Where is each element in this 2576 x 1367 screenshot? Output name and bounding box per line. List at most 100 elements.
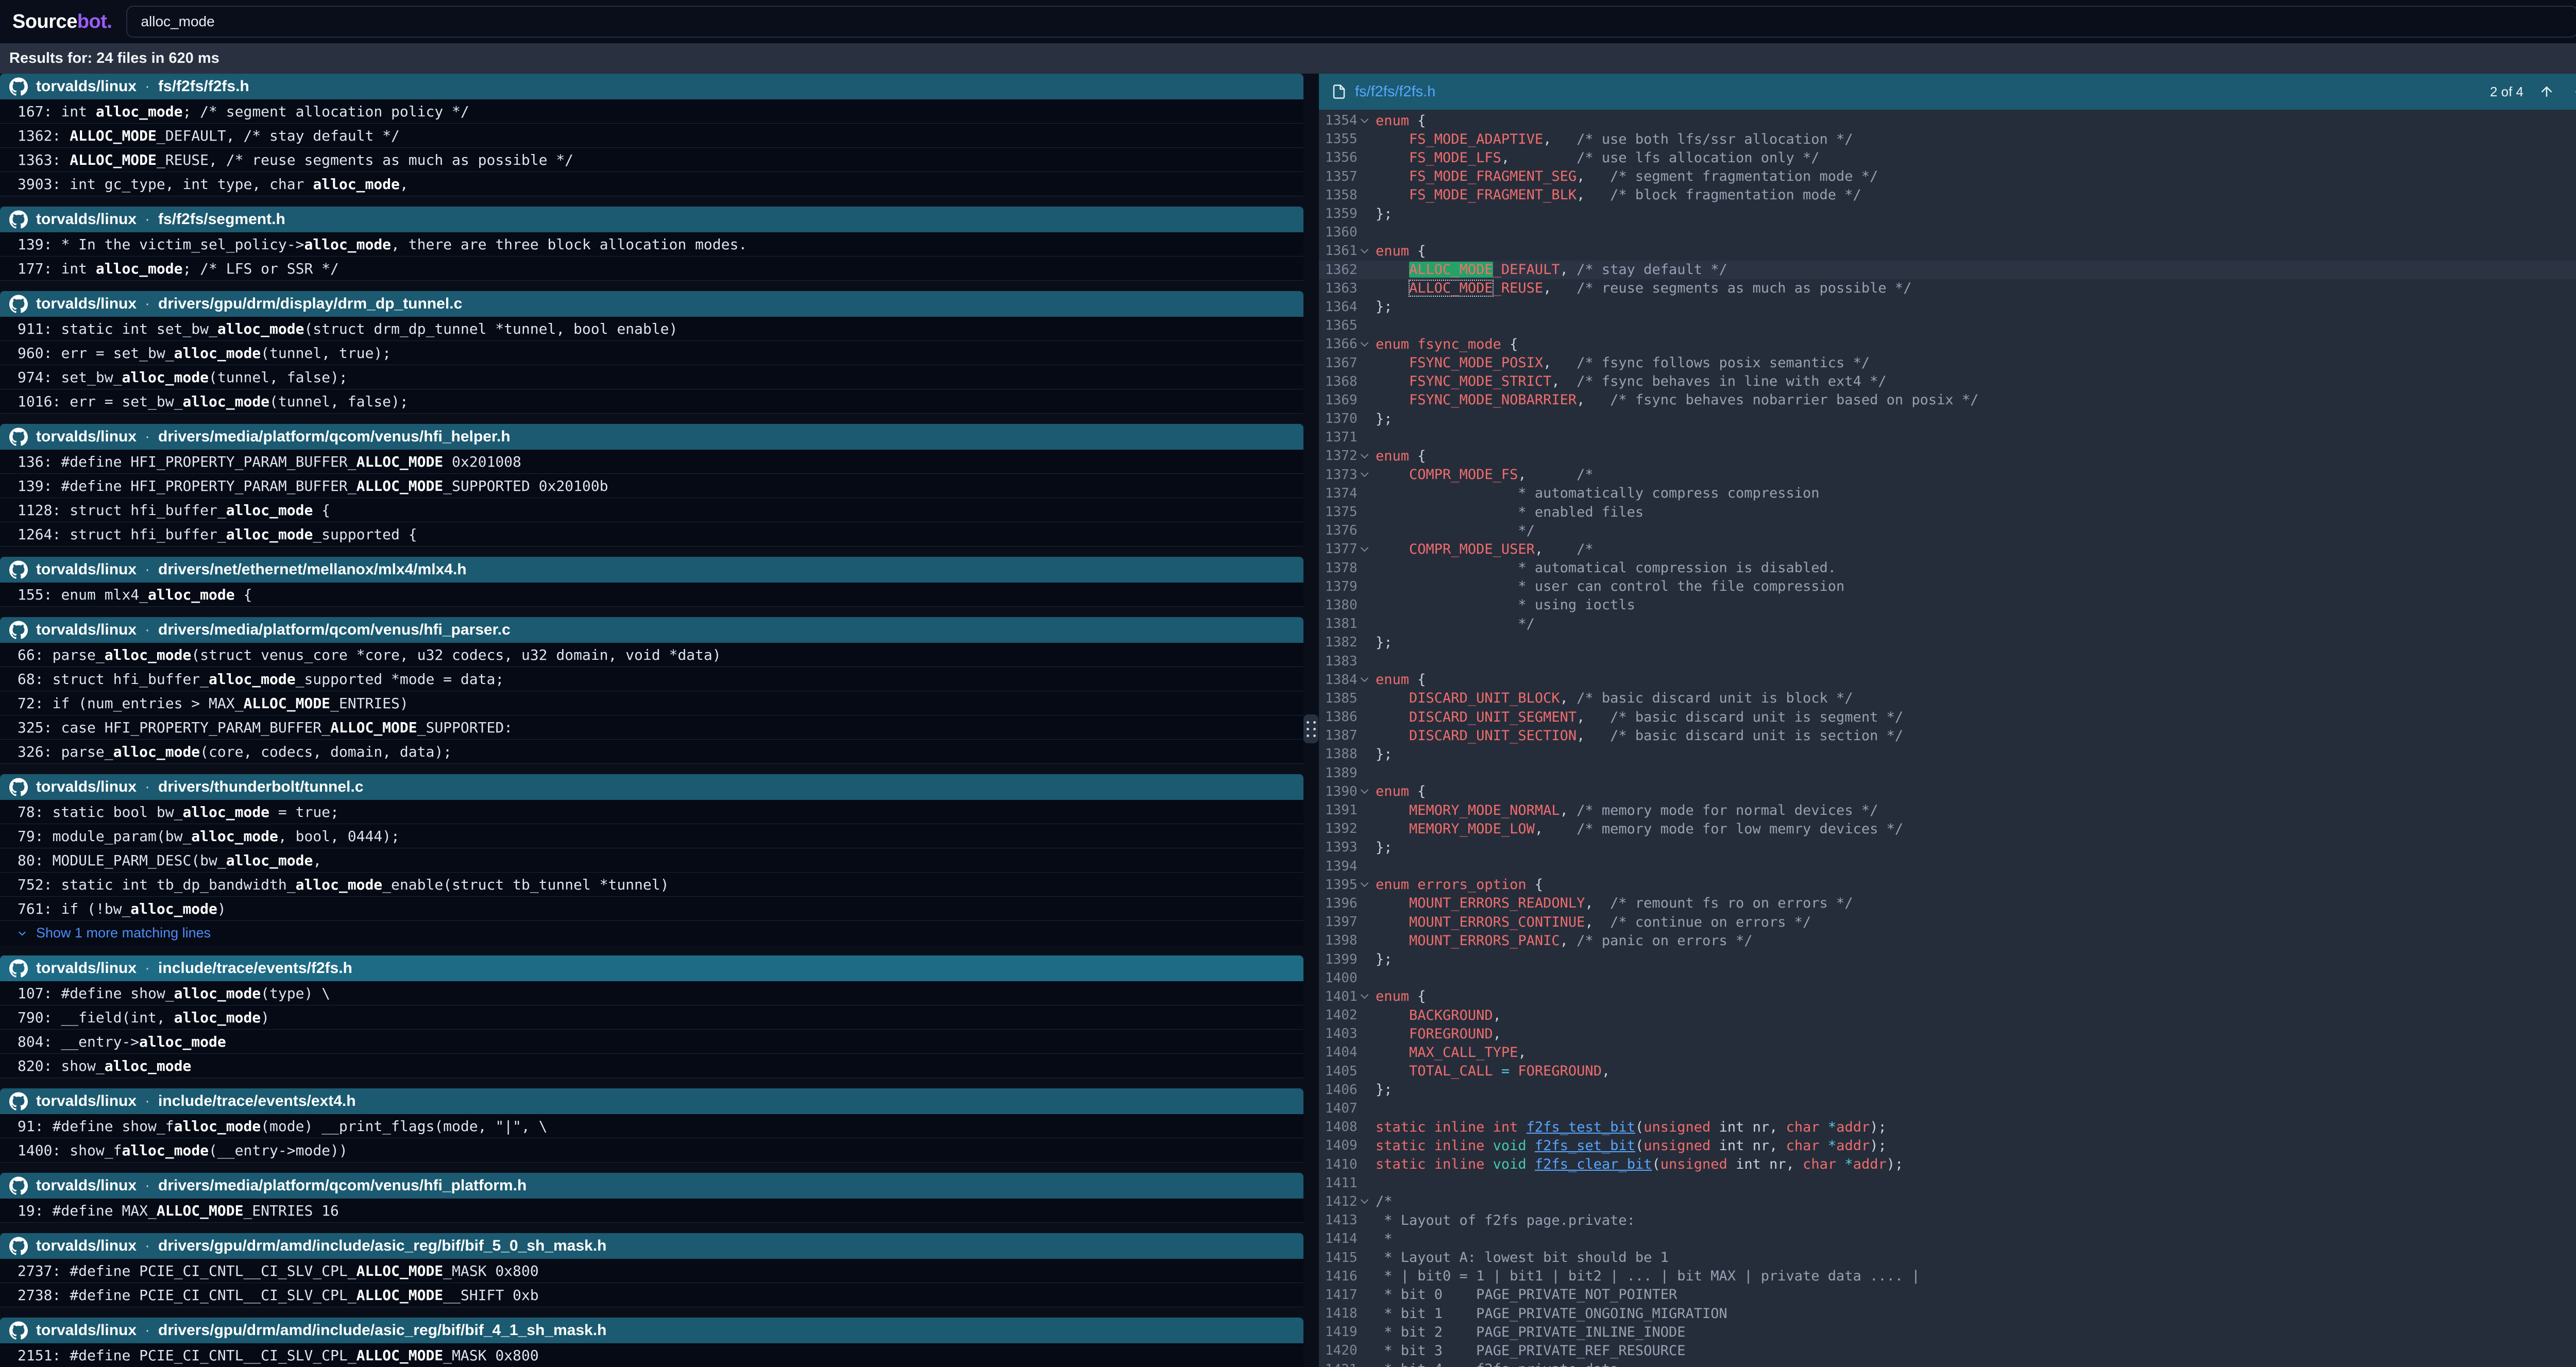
panel-resize-handle[interactable] (1303, 714, 1318, 743)
code-line: 1407 (1319, 1099, 2576, 1118)
code-line-number: 1410 (1325, 1157, 1358, 1172)
file-group-header[interactable]: torvalds/linux·drivers/thunderbolt/tunne… (0, 774, 1303, 800)
symbol-link[interactable]: f2fs_clear_bit (1535, 1156, 1652, 1172)
result-line[interactable]: 3903:int gc_type, int type, char alloc_m… (0, 172, 1303, 196)
line-text: #define PCIE_CI_CNTL__CI_SLV_CPL_ALLOC_M… (70, 1262, 538, 1279)
code-line: 1382}; (1319, 633, 2576, 652)
result-line[interactable]: 1362:ALLOC_MODE_DEFAULT, /* stay default… (0, 124, 1303, 148)
result-line[interactable]: 820:show_alloc_mode (0, 1054, 1303, 1078)
result-line[interactable]: 326:parse_alloc_mode(core, codecs, domai… (0, 740, 1303, 764)
result-line[interactable]: 177:int alloc_mode; /* LFS or SSR */ (0, 257, 1303, 281)
code-line: 1403 FOREGROUND, (1319, 1024, 2576, 1043)
result-line[interactable]: 761:if (!bw_alloc_mode) (0, 897, 1303, 921)
symbol-link[interactable]: f2fs_set_bit (1535, 1138, 1635, 1154)
file-group-header[interactable]: torvalds/linux·drivers/gpu/drm/display/d… (0, 291, 1303, 317)
file-group-header[interactable]: torvalds/linux·drivers/net/ethernet/mell… (0, 557, 1303, 583)
result-line[interactable]: 66:parse_alloc_mode(struct venus_core *c… (0, 643, 1303, 667)
line-text: int alloc_mode; /* segment allocation po… (61, 103, 469, 120)
result-line[interactable]: 139:* In the victim_sel_policy->alloc_mo… (0, 232, 1303, 257)
show-more-link[interactable]: Show 1 more matching lines (0, 921, 1303, 945)
code-text: DISCARD_UNIT_SECTION, /* basic discard u… (1376, 728, 1903, 744)
code-line: 1359}; (1319, 204, 2576, 223)
result-line[interactable]: 78:static bool bw_alloc_mode = true; (0, 800, 1303, 824)
result-line[interactable]: 325:case HFI_PROPERTY_PARAM_BUFFER_ALLOC… (0, 715, 1303, 740)
file-path: drivers/thunderbolt/tunnel.c (158, 778, 363, 796)
file-group-header[interactable]: torvalds/linux·fs/f2fs/segment.h (0, 207, 1303, 232)
file-group-header[interactable]: torvalds/linux·fs/f2fs/f2fs.h (0, 74, 1303, 99)
result-line[interactable]: 2151:#define PCIE_CI_CNTL__CI_SLV_CPL_AL… (0, 1343, 1303, 1367)
line-number: 1264: (18, 526, 61, 543)
file-group-header[interactable]: torvalds/linux·drivers/gpu/drm/amd/inclu… (0, 1233, 1303, 1259)
result-line[interactable]: 790:__field(int, alloc_mode) (0, 1005, 1303, 1030)
fold-chevron-icon[interactable] (1360, 786, 1368, 794)
result-line[interactable]: 911:static int set_bw_alloc_mode(struct … (0, 317, 1303, 341)
result-line[interactable]: 1363:ALLOC_MODE_REUSE, /* reuse segments… (0, 148, 1303, 172)
file-group-header[interactable]: torvalds/linux·drivers/media/platform/qc… (0, 1173, 1303, 1199)
github-icon (9, 621, 28, 639)
line-gutter: 1412 (1319, 1194, 1376, 1209)
code-line: 1392 MEMORY_MODE_LOW, /* memory mode for… (1319, 819, 2576, 838)
file-group-header[interactable]: torvalds/linux·drivers/media/platform/qc… (0, 424, 1303, 450)
fold-chevron-icon[interactable] (1360, 544, 1368, 552)
line-gutter: 1385 (1319, 691, 1376, 706)
line-gutter: 1362 (1319, 262, 1376, 278)
match-highlight: alloc_mode (182, 804, 269, 821)
preview-file-path[interactable]: fs/f2fs/f2fs.h (1355, 83, 1435, 100)
result-line[interactable]: 167:int alloc_mode; /* segment allocatio… (0, 99, 1303, 124)
fold-chevron-icon[interactable] (1360, 339, 1368, 347)
result-line[interactable]: 19:#define MAX_ALLOC_MODE_ENTRIES 16 (0, 1199, 1303, 1223)
code-line: 1406}; (1319, 1081, 2576, 1099)
result-line[interactable]: 804:__entry->alloc_mode (0, 1030, 1303, 1054)
fold-chevron-icon[interactable] (1360, 451, 1368, 459)
result-line[interactable]: 72:if (num_entries > MAX_ALLOC_MODE_ENTR… (0, 691, 1303, 715)
line-gutter: 1377 (1319, 541, 1376, 557)
fold-chevron-icon[interactable] (1360, 246, 1368, 254)
result-line[interactable]: 960:err = set_bw_alloc_mode(tunnel, true… (0, 341, 1303, 365)
file-path: drivers/gpu/drm/display/drm_dp_tunnel.c (158, 295, 462, 313)
line-number: 790: (18, 1009, 52, 1026)
file-group-header[interactable]: torvalds/linux·include/trace/events/f2fs… (0, 955, 1303, 981)
search-input[interactable] (126, 6, 2576, 38)
fold-chevron-icon[interactable] (1360, 115, 1368, 123)
result-line[interactable]: 107:#define show_alloc_mode(type) \ (0, 981, 1303, 1005)
result-line[interactable]: 1016:err = set_bw_alloc_mode(tunnel, fal… (0, 389, 1303, 414)
line-number: 2737: (18, 1262, 61, 1279)
match-highlight: alloc_mode (296, 876, 383, 893)
symbol-link[interactable]: f2fs_test_bit (1527, 1119, 1635, 1135)
result-line[interactable]: 136:#define HFI_PROPERTY_PARAM_BUFFER_AL… (0, 450, 1303, 474)
result-line[interactable]: 974:set_bw_alloc_mode(tunnel, false); (0, 365, 1303, 389)
fold-chevron-icon[interactable] (1360, 879, 1368, 887)
next-match-button[interactable] (2570, 81, 2576, 102)
result-line[interactable]: 2738:#define PCIE_CI_CNTL__CI_SLV_CPL_AL… (0, 1283, 1303, 1307)
fold-chevron-icon[interactable] (1360, 469, 1368, 477)
result-line[interactable]: 80:MODULE_PARM_DESC(bw_alloc_mode, (0, 848, 1303, 873)
result-line[interactable]: 155:enum mlx4_alloc_mode { (0, 583, 1303, 607)
result-line[interactable]: 91:#define show_falloc_mode(mode) __prin… (0, 1114, 1303, 1138)
code-line: 1363 ALLOC_MODE_REUSE, /* reuse segments… (1319, 279, 2576, 298)
line-text: parse_alloc_mode(struct venus_core *core… (53, 646, 721, 663)
separator-dot: · (145, 428, 150, 446)
result-line[interactable]: 752:static int tb_dp_bandwidth_alloc_mod… (0, 873, 1303, 897)
fold-chevron-icon[interactable] (1360, 674, 1368, 682)
code-line: 1412/* (1319, 1192, 2576, 1211)
code-line: 1374 * automatically compress compressio… (1319, 484, 2576, 503)
code-text: FSYNC_MODE_STRICT, /* fsync behaves in l… (1376, 373, 1887, 389)
code-line: 1400 (1319, 969, 2576, 987)
code-text: MEMORY_MODE_NORMAL, /* memory mode for n… (1376, 802, 1878, 818)
result-line[interactable]: 1128:struct hfi_buffer_alloc_mode { (0, 498, 1303, 522)
separator-dot: · (145, 960, 150, 977)
fold-chevron-icon[interactable] (1360, 991, 1368, 999)
file-group-header[interactable]: torvalds/linux·drivers/gpu/drm/amd/inclu… (0, 1318, 1303, 1343)
file-group-header[interactable]: torvalds/linux·drivers/media/platform/qc… (0, 617, 1303, 643)
result-line[interactable]: 1400:show_falloc_mode(__entry->mode)) (0, 1138, 1303, 1163)
file-group-header[interactable]: torvalds/linux·include/trace/events/ext4… (0, 1088, 1303, 1114)
code-line: 1420 * bit 3 PAGE_PRIVATE_REF_RESOURCE (1319, 1341, 2576, 1360)
result-line[interactable]: 79:module_param(bw_alloc_mode, bool, 044… (0, 824, 1303, 848)
previous-match-button[interactable] (2536, 81, 2557, 102)
result-line[interactable]: 139:#define HFI_PROPERTY_PARAM_BUFFER_AL… (0, 474, 1303, 498)
result-line[interactable]: 68:struct hfi_buffer_alloc_mode_supporte… (0, 667, 1303, 691)
result-line[interactable]: 2737: #define PCIE_CI_CNTL__CI_SLV_CPL_AL… (0, 1259, 1303, 1283)
result-line[interactable]: 1264:struct hfi_buffer_alloc_mode_suppor… (0, 522, 1303, 546)
fold-chevron-icon[interactable] (1360, 1196, 1368, 1204)
match-highlight: alloc_mode (226, 502, 313, 519)
